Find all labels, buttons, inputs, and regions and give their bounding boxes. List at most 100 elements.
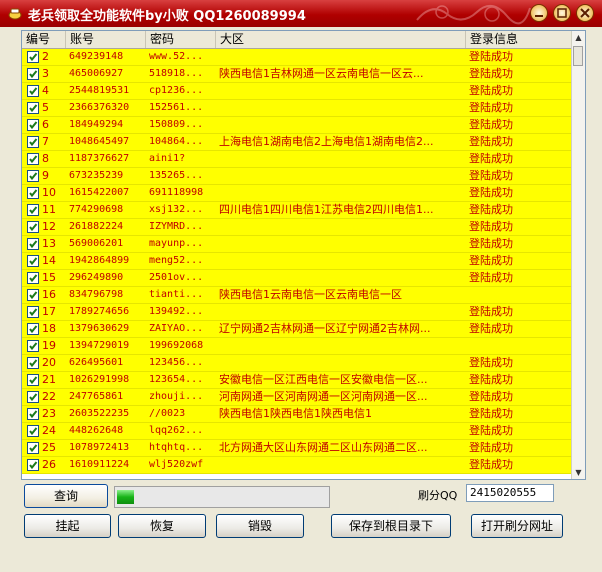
- row-account: 1048645497: [69, 136, 130, 147]
- table-row[interactable]: 24 448262648 lqq262... 登陆成功: [22, 423, 574, 440]
- row-region: 北方网通大区山东网通二区山东网通二区...: [219, 441, 428, 454]
- checkmark-icon: [29, 189, 38, 198]
- row-password: IZYMRD...: [149, 221, 204, 232]
- row-password: wlj520zwf: [149, 459, 204, 470]
- row-number: 23: [42, 407, 56, 420]
- table-row[interactable]: 18 1379630629 ZAIYAO... 辽宁网通2吉林网通一区辽宁网通2吉林网…: [22, 321, 574, 338]
- row-checkbox[interactable]: [27, 459, 39, 471]
- row-checkbox[interactable]: [27, 391, 39, 403]
- table-row[interactable]: 25 1078972413 htqhtq... 北方网通大区山东网通二区山东网通二区.…: [22, 440, 574, 457]
- scroll-up-icon[interactable]: ▲: [572, 31, 585, 44]
- table-row[interactable]: 9 673235239 135265... 登陆成功: [22, 168, 574, 185]
- row-checkbox[interactable]: [27, 68, 39, 80]
- restore-button[interactable]: 恢复: [118, 514, 206, 538]
- row-login-status: 登陆成功: [469, 169, 513, 182]
- column-header-number[interactable]: 编号: [22, 31, 66, 48]
- row-checkbox[interactable]: [27, 204, 39, 216]
- table-row[interactable]: 14 1942864899 meng52... 登陆成功: [22, 253, 574, 270]
- row-checkbox[interactable]: [27, 187, 39, 199]
- row-checkbox[interactable]: [27, 51, 39, 63]
- table-row[interactable]: 11 774290698 xsj132... 四川电信1四川电信1江苏电信2四川电信1…: [22, 202, 574, 219]
- checkmark-icon: [29, 172, 38, 181]
- table-row[interactable]: 4 2544819531 cp1236... 登陆成功: [22, 83, 574, 100]
- checkmark-icon: [29, 427, 38, 436]
- open-refresh-url-button[interactable]: 打开刷分网址: [471, 514, 563, 538]
- column-header-login-info[interactable]: 登录信息: [466, 31, 574, 48]
- row-checkbox[interactable]: [27, 289, 39, 301]
- row-number: 16: [42, 288, 56, 301]
- row-checkbox[interactable]: [27, 272, 39, 284]
- scroll-thumb[interactable]: [573, 46, 583, 66]
- row-login-status: 登陆成功: [469, 237, 513, 250]
- app-window: 老兵领取全功能软件by小败 QQ1260089994 编号 账号 密码 大区 登…: [0, 0, 602, 572]
- row-checkbox[interactable]: [27, 170, 39, 182]
- row-region: [217, 338, 465, 355]
- row-checkbox[interactable]: [27, 119, 39, 131]
- table-row[interactable]: 12 261882224 IZYMRD... 登陆成功: [22, 219, 574, 236]
- row-checkbox[interactable]: [27, 102, 39, 114]
- row-password: 123456...: [149, 357, 204, 368]
- table-row[interactable]: 8 1187376627 aini1? 登陆成功: [22, 151, 574, 168]
- row-checkbox[interactable]: [27, 85, 39, 97]
- scroll-down-icon[interactable]: ▼: [572, 466, 585, 479]
- row-checkbox[interactable]: [27, 425, 39, 437]
- table-row[interactable]: 20 626495601 123456... 登陆成功: [22, 355, 574, 372]
- checkmark-icon: [29, 393, 38, 402]
- row-login-status: 登陆成功: [469, 135, 513, 148]
- table-row[interactable]: 21 1026291998 123654... 安徽电信一区江西电信一区安徽电信一区.…: [22, 372, 574, 389]
- row-checkbox[interactable]: [27, 442, 39, 454]
- row-checkbox[interactable]: [27, 408, 39, 420]
- table-row[interactable]: 15 296249890 2501ov... 登陆成功: [22, 270, 574, 287]
- row-account: 1942864899: [69, 255, 130, 266]
- table-row[interactable]: 13 569006201 mayunp... 登陆成功: [22, 236, 574, 253]
- row-checkbox[interactable]: [27, 340, 39, 352]
- row-password: 135265...: [149, 170, 204, 181]
- table-row[interactable]: 6 184949294 150809... 登陆成功: [22, 117, 574, 134]
- vertical-scrollbar[interactable]: ▲ ▼: [571, 31, 585, 479]
- checkmark-icon: [29, 240, 38, 249]
- row-password: 2501ov...: [149, 272, 204, 283]
- table-row[interactable]: 7 1048645497 104864... 上海电信1湖南电信2上海电信1湖南电信2…: [22, 134, 574, 151]
- table-row[interactable]: 19 1394729019 199692068: [22, 338, 574, 355]
- checkmark-icon: [29, 410, 38, 419]
- table-row[interactable]: 17 1789274656 139492... 登陆成功: [22, 304, 574, 321]
- query-button[interactable]: 查询: [24, 484, 108, 508]
- row-checkbox[interactable]: [27, 238, 39, 250]
- table-row[interactable]: 2 649239148 www.52... 登陆成功: [22, 49, 574, 66]
- row-account: 2603522235: [69, 408, 130, 419]
- column-header-account[interactable]: 账号: [66, 31, 146, 48]
- destroy-button[interactable]: 销毁: [216, 514, 304, 538]
- checkmark-icon: [29, 342, 38, 351]
- table-row[interactable]: 26 1610911224 wlj520zwf 登陆成功: [22, 457, 574, 474]
- table-row[interactable]: 16 834796798 tianti... 陕西电信1云南电信一区云南电信一区: [22, 287, 574, 304]
- row-checkbox[interactable]: [27, 221, 39, 233]
- row-checkbox[interactable]: [27, 136, 39, 148]
- row-checkbox[interactable]: [27, 357, 39, 369]
- table-row[interactable]: 5 2366376320 152561... 登陆成功: [22, 100, 574, 117]
- column-header-region[interactable]: 大区: [216, 31, 466, 48]
- row-account: 448262648: [69, 425, 124, 436]
- maximize-button[interactable]: [553, 4, 571, 22]
- minimize-button[interactable]: [530, 4, 548, 22]
- row-login-status: 登陆成功: [469, 373, 513, 386]
- table-row[interactable]: 23 2603522235 //0023 陕西电信1陕西电信1陕西电信1 登陆成功: [22, 406, 574, 423]
- row-checkbox[interactable]: [27, 323, 39, 335]
- row-checkbox[interactable]: [27, 153, 39, 165]
- column-header-password[interactable]: 密码: [146, 31, 216, 48]
- table-row[interactable]: 10 1615422007 691118998 登陆成功: [22, 185, 574, 202]
- table-row[interactable]: 3 465006927 518918... 陕西电信1吉林网通一区云南电信一区云...…: [22, 66, 574, 83]
- row-checkbox[interactable]: [27, 374, 39, 386]
- close-button[interactable]: [576, 4, 594, 22]
- table-row[interactable]: 22 247765861 zhouji... 河南网通一区河南网通一区河南网通一区..…: [22, 389, 574, 406]
- row-password: zhouji...: [149, 391, 204, 402]
- row-password: xsj132...: [149, 204, 204, 215]
- refresh-qq-input[interactable]: 2415020555: [466, 484, 554, 502]
- progress-bar: [114, 486, 330, 508]
- row-checkbox[interactable]: [27, 306, 39, 318]
- row-checkbox[interactable]: [27, 255, 39, 267]
- row-region: [217, 83, 465, 100]
- row-password: aini1?: [149, 153, 186, 164]
- row-number: 19: [42, 339, 56, 352]
- save-to-root-button[interactable]: 保存到根目录下: [331, 514, 451, 538]
- hang-button[interactable]: 挂起: [24, 514, 111, 538]
